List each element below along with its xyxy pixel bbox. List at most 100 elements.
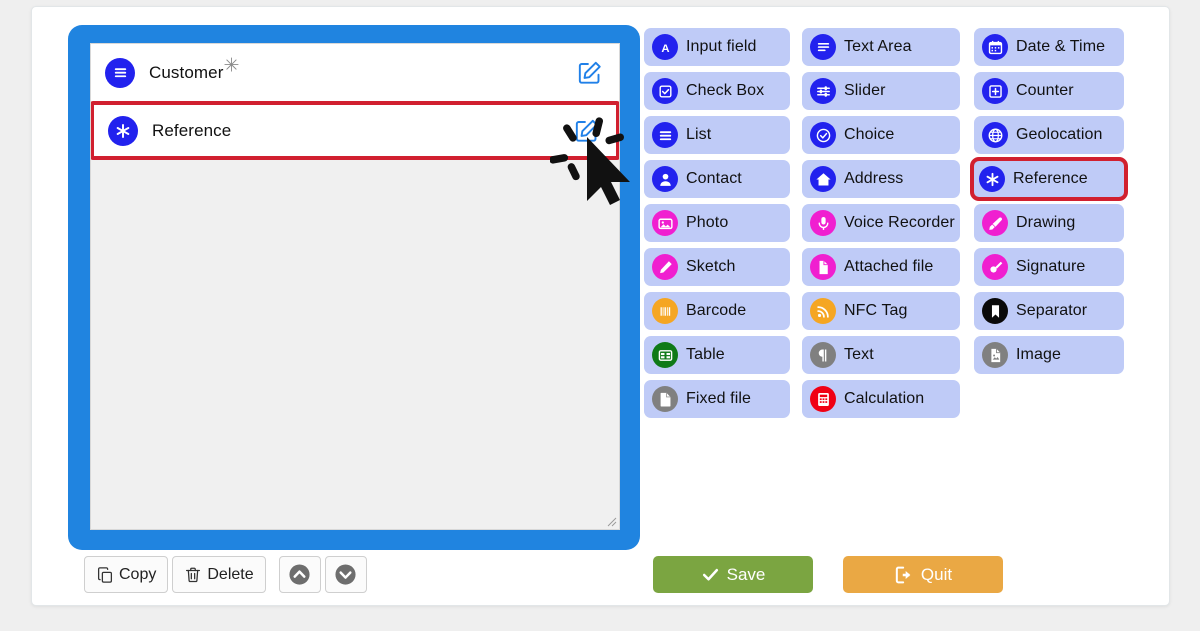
- palette-item-label: Date & Time: [1016, 38, 1106, 55]
- palette-column-2: Text Area Slider Choice Address Voice Record…: [802, 28, 960, 424]
- table-icon: [652, 342, 678, 368]
- save-button[interactable]: Save: [653, 556, 813, 593]
- palette-item-counter[interactable]: Counter: [974, 72, 1124, 110]
- asterisk-icon: [979, 166, 1005, 192]
- trash-icon: [184, 566, 202, 584]
- check-circle-icon: [810, 122, 836, 148]
- edit-pencil-square-icon[interactable]: [573, 117, 600, 144]
- chevron-up-circle-icon: [288, 563, 311, 586]
- palette-item-contact[interactable]: Contact: [644, 160, 790, 198]
- palette-item-attached-file[interactable]: Attached file: [802, 248, 960, 286]
- image-file-icon: [982, 342, 1008, 368]
- nfc-signal-icon: [810, 298, 836, 324]
- checkbox-icon: [652, 78, 678, 104]
- palette-item-text-area[interactable]: Text Area: [802, 28, 960, 66]
- palette-item-address[interactable]: Address: [802, 160, 960, 198]
- palette-item-label: Slider: [844, 82, 886, 99]
- save-label: Save: [726, 564, 766, 584]
- check-icon: [701, 565, 720, 584]
- palette-item-fixed-file[interactable]: Fixed file: [644, 380, 790, 418]
- palette-item-label: Calculation: [844, 390, 925, 407]
- move-up-button[interactable]: [278, 556, 321, 593]
- palette-item-voice-recorder[interactable]: Voice Recorder: [802, 204, 960, 242]
- chevron-down-circle-icon: [334, 563, 357, 586]
- palette-item-label: NFC Tag: [844, 302, 908, 319]
- palette-item-label: Sketch: [686, 258, 736, 275]
- required-marker: ✳: [223, 54, 240, 76]
- palette-item-label: Separator: [1016, 302, 1088, 319]
- palette-item-list[interactable]: List: [644, 116, 790, 154]
- form-row[interactable]: Customer✳: [91, 44, 619, 101]
- document-icon: [810, 254, 836, 280]
- palette-item-signature[interactable]: Signature: [974, 248, 1124, 286]
- form-row-label: Customer✳: [149, 54, 240, 82]
- palette-item-slider[interactable]: Slider: [802, 72, 960, 110]
- palette-item-label: Voice Recorder: [844, 214, 955, 231]
- palette-item-photo[interactable]: Photo: [644, 204, 790, 242]
- form-designer-frame: Customer✳ Reference: [68, 25, 640, 550]
- palette-item-check-box[interactable]: Check Box: [644, 72, 790, 110]
- home-icon: [810, 166, 836, 192]
- photo-icon: [652, 210, 678, 236]
- palette-item-label: Address: [844, 170, 904, 187]
- paragraph-icon: [810, 342, 836, 368]
- microphone-icon: [810, 210, 836, 236]
- copy-button[interactable]: Copy: [84, 556, 169, 593]
- app-root: Customer✳ Reference Copy Delete A Input …: [0, 0, 1200, 631]
- brush-icon: [982, 210, 1008, 236]
- calendar-icon: [982, 34, 1008, 60]
- palette-item-label: Counter: [1016, 82, 1074, 99]
- delete-button[interactable]: Delete: [172, 556, 266, 593]
- copy-icon: [96, 566, 114, 584]
- palette-item-date-time[interactable]: Date & Time: [974, 28, 1124, 66]
- globe-icon: [982, 122, 1008, 148]
- palette-item-label: Text: [844, 346, 874, 363]
- palette-item-label: Contact: [686, 170, 742, 187]
- palette-item-sketch[interactable]: Sketch: [644, 248, 790, 286]
- edit-pencil-square-icon[interactable]: [576, 59, 603, 86]
- text-lines-icon: [810, 34, 836, 60]
- form-row[interactable]: Reference: [91, 101, 619, 160]
- palette-item-label: Text Area: [844, 38, 912, 55]
- palette-item-label: Table: [686, 346, 725, 363]
- palette-item-drawing[interactable]: Drawing: [974, 204, 1124, 242]
- palette-item-barcode[interactable]: Barcode: [644, 292, 790, 330]
- resize-grip[interactable]: [605, 515, 617, 527]
- quit-label: Quit: [920, 564, 953, 584]
- copy-label: Copy: [119, 565, 157, 583]
- palette-item-choice[interactable]: Choice: [802, 116, 960, 154]
- palette-item-nfc-tag[interactable]: NFC Tag: [802, 292, 960, 330]
- list-icon: [105, 57, 135, 88]
- palette-item-label: Drawing: [1016, 214, 1076, 231]
- palette-item-label: Barcode: [686, 302, 747, 319]
- person-icon: [652, 166, 678, 192]
- palette-item-table[interactable]: Table: [644, 336, 790, 374]
- palette-item-image[interactable]: Image: [974, 336, 1124, 374]
- palette-item-calculation[interactable]: Calculation: [802, 380, 960, 418]
- asterisk-icon: [108, 115, 138, 146]
- list-icon: [652, 122, 678, 148]
- letter-a-icon: A: [652, 34, 678, 60]
- quit-button[interactable]: Quit: [843, 556, 1003, 593]
- palette-item-label: Signature: [1016, 258, 1086, 275]
- palette-item-separator[interactable]: Separator: [974, 292, 1124, 330]
- exit-icon: [894, 565, 914, 585]
- form-canvas[interactable]: Customer✳ Reference: [90, 43, 620, 530]
- bookmark-icon: [982, 298, 1008, 324]
- palette-item-label: Input field: [686, 38, 757, 55]
- calculator-icon: [810, 386, 836, 412]
- palette-column-1: A Input field Check Box List Contact Photo Ske…: [644, 28, 790, 424]
- delete-label: Delete: [207, 565, 254, 583]
- palette-item-geolocation[interactable]: Geolocation: [974, 116, 1124, 154]
- palette-item-label: Image: [1016, 346, 1061, 363]
- palette-item-input-field[interactable]: A Input field: [644, 28, 790, 66]
- palette-item-label: List: [686, 126, 712, 143]
- palette-item-reference[interactable]: Reference: [970, 157, 1128, 201]
- palette-item-text[interactable]: Text: [802, 336, 960, 374]
- barcode-icon: [652, 298, 678, 324]
- file-icon: [652, 386, 678, 412]
- palette-item-label: Fixed file: [686, 390, 752, 407]
- move-down-button[interactable]: [324, 556, 367, 593]
- sliders-icon: [810, 78, 836, 104]
- palette-item-label: Choice: [844, 126, 895, 143]
